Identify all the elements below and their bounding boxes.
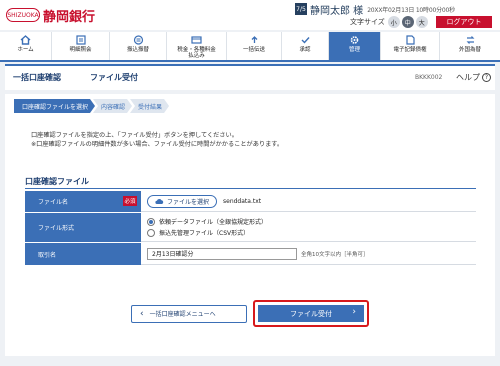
global-nav: ホーム 明細照会 振込振替 税金・各種料金 払込み 一括伝送 承認 管理 電子記… [0, 32, 500, 62]
file-name-row: ファイル名 必須 ファイルを選択 senddata.txt [25, 191, 476, 213]
nav-item-forex[interactable]: 外国為替 [440, 32, 500, 60]
logout-button[interactable]: ログアウト [436, 16, 492, 28]
step-select-file: 口座確認ファイルを選択 [14, 99, 95, 113]
nav-item-batch[interactable]: 一括伝送 [227, 32, 282, 60]
font-size-large-button[interactable]: 大 [415, 16, 428, 28]
upload-icon [248, 34, 260, 45]
page-title: 一括口座確認 [13, 73, 61, 82]
list-icon [75, 34, 87, 45]
header: SHIZUOKA 静岡銀行 7/5 静岡太郎 様 20XX年02月13日 10時… [0, 0, 500, 30]
instruction-line: 口座確認ファイルを指定の上、「ファイル受付」ボタンを押してください。 [31, 132, 238, 139]
selected-file-name: senddata.txt [223, 197, 262, 205]
forex-icon [464, 34, 476, 45]
remarks-value: 2月13日確認分 全角10文字以内［半角可］ [141, 243, 476, 265]
font-size-small-button[interactable]: 小 [387, 16, 400, 28]
nav-label: 管理 [348, 47, 360, 53]
file-format-options: 依頼データファイル（全銀協規定形式） 振込先管理ファイル（CSV形式） [141, 213, 476, 242]
nav-label: 明細照会 [69, 47, 92, 53]
nav-label: 承認 [299, 47, 311, 53]
user-area: 7/5 静岡太郎 様 20XX年02月13日 10時00分00秒 [295, 2, 455, 17]
payment-icon [191, 34, 203, 45]
nav-label: 外国為替 [458, 47, 481, 53]
nav-item-statements[interactable]: 明細照会 [52, 32, 110, 60]
file-accept-button[interactable]: ファイル受付 › [258, 305, 364, 322]
nav-item-erc[interactable]: 電子記録債権 [381, 32, 440, 60]
required-badge: 必須 [123, 196, 137, 206]
nav-item-home[interactable]: ホーム [0, 32, 52, 60]
document-icon [404, 34, 416, 45]
nav-item-admin[interactable]: 管理 [329, 32, 381, 60]
nav-label: 振込振替 [126, 47, 149, 53]
radio-label: 依頼データファイル（全銀協規定形式） [159, 219, 268, 226]
instruction-text: 口座確認ファイルを指定の上、「ファイル受付」ボタンを押してください。 ※口座確認… [31, 132, 283, 150]
logo-mark: SHIZUOKA [6, 8, 40, 22]
approval-icon [299, 34, 311, 45]
chevron-right-icon: › [352, 307, 356, 317]
upload-form: ファイル名 必須 ファイルを選択 senddata.txt ファイル形式 依頼デ… [25, 191, 476, 266]
font-size-selector: 文字サイズ 小 中 大 [350, 16, 430, 28]
radio-button[interactable] [147, 228, 155, 237]
cloud-upload-icon [155, 198, 164, 204]
page-titlebar: 一括口座確認 ファイル受付 BKKK002 ヘルプ ? [5, 64, 495, 90]
back-to-menu-button[interactable]: ‹ 一括口座確認メニューへ [131, 304, 247, 323]
font-size-medium-button[interactable]: 中 [401, 16, 414, 28]
remarks-hint: 全角10文字以内［半角可］ [301, 251, 369, 258]
font-size-label: 文字サイズ [350, 18, 385, 26]
instruction-line: ※口座確認ファイルの明細件数が多い場合、ファイル受付に時間がかかることがあります… [31, 140, 284, 148]
remarks-input[interactable]: 2月13日確認分 [147, 247, 297, 260]
help-link[interactable]: ヘルプ ? [456, 72, 491, 83]
back-button-label: 一括口座確認メニューへ [149, 311, 216, 318]
user-name: 静岡太郎 様 [310, 5, 364, 17]
page-subtitle: ファイル受付 [90, 73, 138, 82]
file-select-label: ファイルを選択 [166, 198, 209, 206]
format-option-csv[interactable]: 振込先管理ファイル（CSV形式） [147, 227, 249, 238]
main-panel: 口座確認ファイルを選択 内容確認 受付結果 口座確認ファイルを指定の上、「ファイ… [5, 94, 495, 356]
gear-icon [349, 34, 361, 45]
submit-button-label: ファイル受付 [290, 309, 332, 318]
chevron-left-icon: ‹ [140, 308, 144, 319]
format-option-zengin[interactable]: 依頼データファイル（全銀協規定形式） [147, 216, 267, 227]
step-confirm: 内容確認 [93, 99, 132, 113]
remarks-row: 取引名 2月13日確認分 全角10文字以内［半角可］ [25, 243, 476, 266]
submit-highlight: ファイル受付 › [253, 300, 369, 327]
nav-label: 税金・各種料金 払込み [177, 47, 216, 60]
nav-item-payment[interactable]: 税金・各種料金 払込み [167, 32, 227, 60]
screen-id: BKKK002 [415, 74, 443, 81]
transfer-icon [132, 34, 144, 45]
bank-name: 静岡銀行 [43, 9, 96, 25]
field-label: ファイル名 [38, 199, 69, 206]
file-select-button[interactable]: ファイルを選択 [147, 194, 217, 208]
nav-item-transfer[interactable]: 振込振替 [110, 32, 167, 60]
file-name-label: ファイル名 必須 [25, 191, 141, 212]
remarks-label: 取引名 [25, 243, 141, 265]
section-title: 口座確認ファイル [25, 176, 476, 189]
radio-label: 振込先管理ファイル（CSV形式） [159, 230, 250, 237]
help-icon: ? [482, 73, 491, 82]
step-result: 受付結果 [130, 99, 169, 113]
nav-label: ホーム [17, 47, 34, 53]
nav-label: 電子記録債権 [393, 47, 427, 53]
file-format-label: ファイル形式 [25, 213, 141, 242]
file-name-value: ファイルを選択 senddata.txt [141, 191, 476, 212]
field-label: 取引名 [38, 251, 57, 259]
action-buttons: ‹ 一括口座確認メニューへ ファイル受付 › [131, 300, 369, 327]
radio-button[interactable] [147, 217, 155, 226]
bank-logo[interactable]: SHIZUOKA 静岡銀行 [6, 6, 96, 25]
field-label: ファイル形式 [38, 225, 75, 232]
file-format-row: ファイル形式 依頼データファイル（全銀協規定形式） 振込先管理ファイル（CSV形… [25, 213, 476, 243]
login-timestamp: 20XX年02月13日 10時00分00秒 [367, 6, 455, 14]
help-label: ヘルプ [456, 73, 480, 82]
home-icon [20, 34, 32, 45]
step-indicator: 口座確認ファイルを選択 内容確認 受付結果 [14, 99, 167, 113]
nav-label: 一括伝送 [242, 47, 265, 53]
user-badge: 7/5 [295, 3, 307, 15]
nav-item-approval[interactable]: 承認 [282, 32, 329, 60]
